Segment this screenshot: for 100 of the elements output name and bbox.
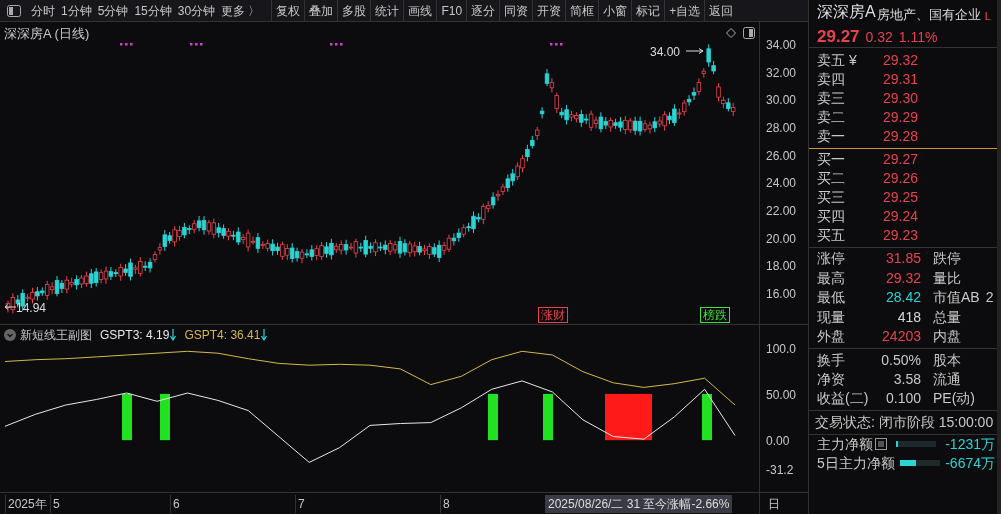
series-name: GSPT4 xyxy=(184,327,224,344)
price-axis-label: 18.00 xyxy=(766,258,797,276)
toolbar-button[interactable]: 开资 xyxy=(532,0,566,21)
marker-dots xyxy=(120,43,133,46)
stat-label: 流通 xyxy=(933,369,961,389)
date-axis-label: 2025年 xyxy=(5,494,47,513)
stat-label: 内盘 xyxy=(933,327,961,347)
toolbar-button[interactable]: 多股 xyxy=(337,0,371,21)
order-price: 29.23 xyxy=(883,226,919,245)
series-value: : 4.19 xyxy=(139,327,170,344)
indicator-axis-label: 50.00 xyxy=(766,386,797,404)
sidebar-toggle-icon[interactable] xyxy=(7,4,21,17)
order-level-label: 买一 xyxy=(817,150,846,169)
marker-dots xyxy=(330,43,343,46)
order-price: 29.26 xyxy=(883,169,919,188)
price-axis-label: 34.00 xyxy=(766,37,797,54)
trading-status: 交易状态: 闭市阶段 15:00:00 xyxy=(815,412,994,432)
flow-label: 主力净额 xyxy=(817,434,873,454)
order-level-label: 卖一 xyxy=(817,127,846,146)
order-price: 29.24 xyxy=(883,207,919,226)
panel-icon[interactable] xyxy=(743,27,755,39)
period-tab[interactable]: 30分钟 xyxy=(174,0,219,21)
stat-label: 净资 xyxy=(817,369,846,389)
price-change: 0.32 xyxy=(865,28,893,47)
event-tag[interactable]: 涨财 xyxy=(538,307,568,323)
toolbar-button[interactable]: 画线 xyxy=(403,0,437,21)
chart-title: 深深房A (日线) xyxy=(4,25,90,43)
stat-value: 31.85 xyxy=(884,249,921,269)
list-icon[interactable] xyxy=(875,438,887,450)
flow-value: -1231万 xyxy=(945,434,996,454)
stat-value: 0.100 xyxy=(884,388,921,408)
order-price: 29.29 xyxy=(883,108,919,127)
event-tag[interactable]: 榜跌 xyxy=(700,307,730,323)
stat-value: 29.32 xyxy=(884,268,921,288)
period-tab[interactable]: 更多 〉 xyxy=(218,0,264,21)
dropdown-icon[interactable] xyxy=(4,329,16,341)
indicator-axis-label: 100.0 xyxy=(766,340,797,358)
toolbar-button[interactable]: 同资 xyxy=(499,0,533,21)
price-axis-label: 24.00 xyxy=(766,175,797,193)
stat-value: 3.58 xyxy=(892,369,921,389)
toolbar-button[interactable]: 小窗 xyxy=(598,0,632,21)
order-level-label: 卖五 ¥ xyxy=(817,51,858,70)
price-axis-label: 20.00 xyxy=(766,230,797,248)
stat-label: 最高 xyxy=(817,268,846,288)
date-axis-label: 6 xyxy=(170,494,180,513)
date-axis-label: 5 xyxy=(50,494,60,513)
toolbar-button[interactable]: 逐分 xyxy=(466,0,500,21)
series-value: : 36.41 xyxy=(223,327,261,344)
toolbar-button[interactable]: 返回 xyxy=(704,0,738,21)
price-axis-label: 26.00 xyxy=(766,147,797,165)
stat-value: 24203 xyxy=(881,327,921,347)
low-price-label: 14.94 xyxy=(16,300,47,317)
toolbar-button[interactable]: 复权 xyxy=(271,0,305,21)
toolbar-button[interactable]: 标记 xyxy=(631,0,665,21)
arrow-icon xyxy=(686,48,704,54)
current-price: 29.27 xyxy=(817,26,860,48)
period-tab[interactable]: 5分钟 xyxy=(94,0,132,21)
stat-label: 外盘 xyxy=(817,327,846,347)
flow-label: 5日主力净额 xyxy=(817,453,895,473)
stat-label: 量比 xyxy=(933,268,961,288)
toolbar-button[interactable]: 统计 xyxy=(370,0,404,21)
high-price-label: 34.00 xyxy=(650,44,681,61)
stat-value: 418 xyxy=(896,307,921,327)
order-price: 29.32 xyxy=(883,51,919,70)
toolbar-button[interactable]: 叠加 xyxy=(304,0,338,21)
date-info-label: 2025/08/26/二 31 至今涨幅-2.66% xyxy=(545,494,733,513)
stat-label: 收益(二) xyxy=(817,388,867,408)
sell-signal-block xyxy=(605,393,652,441)
order-price: 29.25 xyxy=(883,188,919,207)
stat-value: 28.42 xyxy=(884,288,921,308)
toolbar-button[interactable]: 简框 xyxy=(565,0,599,21)
date-axis-label: 7 xyxy=(295,494,305,513)
order-level-label: 卖三 xyxy=(817,89,846,108)
order-price: 29.28 xyxy=(883,127,919,146)
order-level-label: 卖四 xyxy=(817,70,846,89)
toolbar-button[interactable]: +自选 xyxy=(664,0,705,21)
indicator-axis-label: 0.00 xyxy=(766,433,790,451)
period-tab[interactable]: 分时 xyxy=(28,0,58,21)
stat-label: 市值AB xyxy=(933,288,980,308)
diamond-icon[interactable] xyxy=(726,28,736,38)
order-level-label: 买三 xyxy=(817,188,846,207)
stat-value: 2 xyxy=(985,288,994,308)
period-tab[interactable]: 1分钟 xyxy=(58,0,95,21)
period-tab[interactable]: 15分钟 xyxy=(131,0,175,21)
down-arrow-icon xyxy=(261,329,268,341)
toolbar-button[interactable]: F10 xyxy=(436,0,467,21)
order-price: 29.31 xyxy=(883,70,919,89)
period-label: 日 xyxy=(768,495,780,513)
date-axis-label: 8 xyxy=(440,494,450,513)
stat-label: 最低 xyxy=(817,288,846,308)
stat-value: 0.50% xyxy=(880,350,921,370)
stat-label: 现量 xyxy=(817,307,846,327)
indicator-name: 新短线王副图 xyxy=(20,327,92,344)
flow-value: -6674万 xyxy=(945,453,996,473)
down-arrow-icon xyxy=(170,329,177,341)
price-axis-label: 28.00 xyxy=(766,119,797,137)
price-axis-label: 16.00 xyxy=(766,285,797,303)
order-level-label: 买四 xyxy=(817,207,846,226)
stat-label: 换手 xyxy=(817,350,846,370)
order-level-label: 卖二 xyxy=(817,108,846,127)
